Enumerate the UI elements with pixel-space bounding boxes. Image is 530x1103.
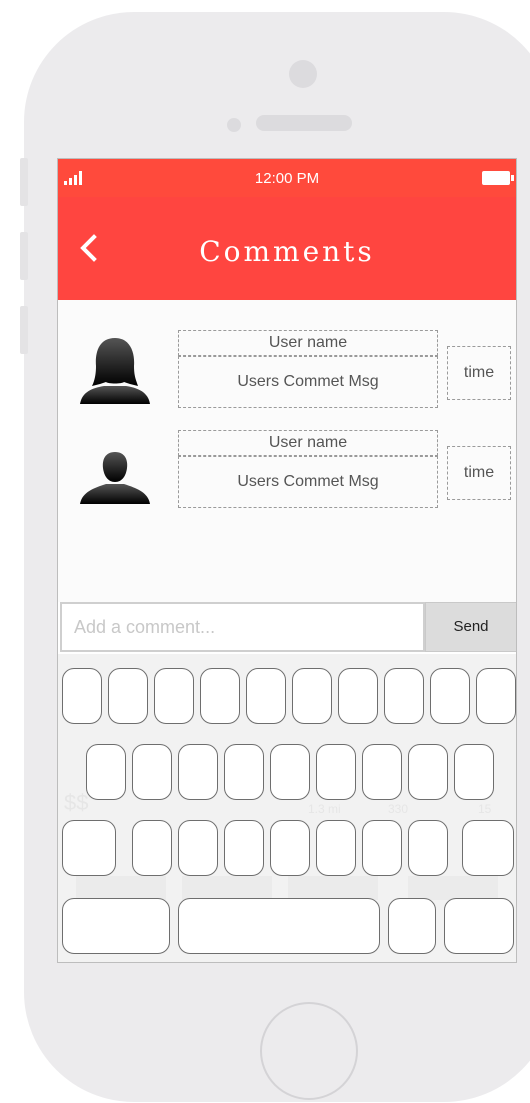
space-key[interactable] bbox=[178, 898, 380, 954]
comment-message: Users Commet Msg bbox=[178, 456, 438, 508]
comment-item: User name Users Commet Msg time bbox=[58, 330, 516, 420]
background-comments: 15 bbox=[478, 802, 492, 816]
keyboard-key[interactable] bbox=[62, 668, 102, 724]
keyboard-key[interactable] bbox=[388, 898, 436, 954]
numbers-key[interactable] bbox=[62, 898, 170, 954]
background-panel bbox=[76, 876, 166, 900]
keyboard-key[interactable] bbox=[178, 744, 218, 800]
comment-item: User name Users Commet Msg time bbox=[58, 430, 516, 520]
comment-input[interactable] bbox=[60, 602, 425, 652]
mute-switch bbox=[20, 158, 28, 206]
background-price: $$ bbox=[64, 790, 89, 815]
volume-down-button bbox=[20, 306, 28, 354]
keyboard-key[interactable] bbox=[384, 668, 424, 724]
phone-screen: 12:00 PM Comments User name Users Commet… bbox=[57, 158, 517, 963]
comment-time: time bbox=[447, 446, 511, 500]
keyboard-key[interactable] bbox=[408, 744, 448, 800]
keyboard-key[interactable] bbox=[86, 744, 126, 800]
keyboard-key[interactable] bbox=[408, 820, 448, 876]
shift-key[interactable] bbox=[62, 820, 116, 876]
comments-list: User name Users Commet Msg time User nam… bbox=[58, 300, 516, 602]
send-button[interactable]: Send bbox=[425, 602, 516, 652]
home-button[interactable] bbox=[260, 1002, 358, 1100]
background-panel bbox=[288, 876, 378, 900]
comment-composer: Send bbox=[58, 602, 516, 654]
female-avatar-icon bbox=[80, 338, 150, 404]
keyboard-key[interactable] bbox=[246, 668, 286, 724]
keyboard-key[interactable] bbox=[270, 744, 310, 800]
background-panel bbox=[182, 876, 272, 900]
status-bar: 12:00 PM bbox=[58, 159, 516, 197]
front-camera bbox=[289, 60, 317, 88]
keyboard-key[interactable] bbox=[338, 668, 378, 724]
comment-user-name: User name bbox=[178, 430, 438, 456]
comment-message: Users Commet Msg bbox=[178, 356, 438, 408]
keyboard-key[interactable] bbox=[292, 668, 332, 724]
volume-up-button bbox=[20, 232, 28, 280]
keyboard-key[interactable] bbox=[224, 744, 264, 800]
keyboard-key[interactable] bbox=[362, 744, 402, 800]
keyboard-key[interactable] bbox=[178, 820, 218, 876]
keyboard-key[interactable] bbox=[154, 668, 194, 724]
battery-icon bbox=[482, 171, 514, 185]
keyboard-key[interactable] bbox=[316, 744, 356, 800]
keyboard-key[interactable] bbox=[132, 820, 172, 876]
proximity-sensor bbox=[227, 118, 241, 132]
keyboard-key[interactable] bbox=[362, 820, 402, 876]
keyboard-key[interactable] bbox=[224, 820, 264, 876]
keyboard-key[interactable] bbox=[316, 820, 356, 876]
status-time: 12:00 PM bbox=[254, 170, 320, 187]
background-panel bbox=[408, 876, 498, 900]
delete-key[interactable] bbox=[462, 820, 514, 876]
keyboard-key[interactable] bbox=[430, 668, 470, 724]
comment-time: time bbox=[447, 346, 511, 400]
keyboard-key[interactable] bbox=[200, 668, 240, 724]
background-likes: 330 bbox=[388, 802, 409, 816]
keyboard-key[interactable] bbox=[476, 668, 516, 724]
keyboard-key[interactable] bbox=[454, 744, 494, 800]
return-key[interactable] bbox=[444, 898, 514, 954]
background-distance: 1.3 mi bbox=[308, 802, 341, 816]
earpiece-speaker bbox=[256, 115, 352, 131]
male-avatar-icon bbox=[80, 452, 150, 504]
keyboard-key[interactable] bbox=[132, 744, 172, 800]
comment-user-name: User name bbox=[178, 330, 438, 356]
keyboard-key[interactable] bbox=[108, 668, 148, 724]
keyboard: $$ 1.3 mi 330 15 bbox=[58, 654, 516, 962]
keyboard-key[interactable] bbox=[270, 820, 310, 876]
page-title: Comments bbox=[199, 235, 375, 268]
nav-bar: Comments bbox=[58, 197, 516, 300]
